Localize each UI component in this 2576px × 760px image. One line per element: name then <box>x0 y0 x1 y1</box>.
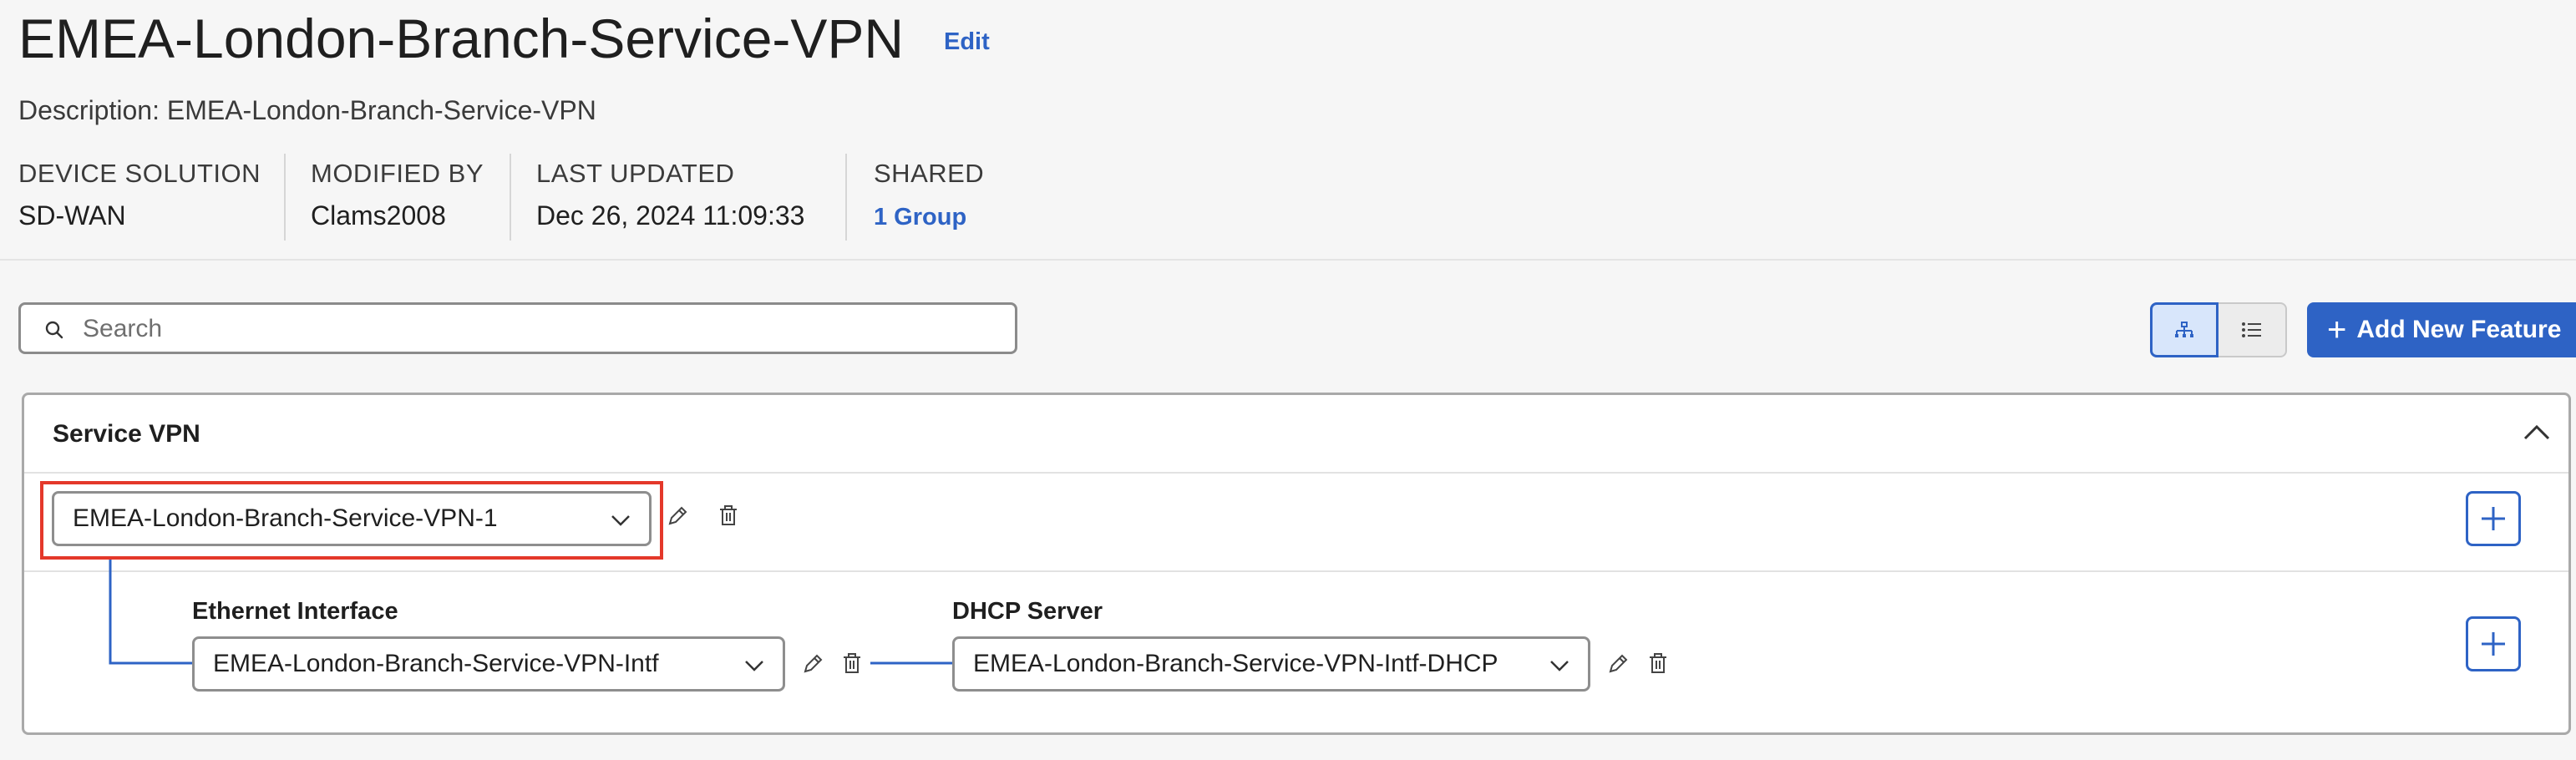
pencil-icon[interactable] <box>800 651 825 676</box>
pencil-icon[interactable] <box>1605 651 1630 676</box>
plus-icon <box>2482 632 2505 656</box>
ethernet-interface-select-value: EMEA-London-Branch-Service-VPN-Intf <box>213 650 659 677</box>
dhcp-server-select[interactable]: EMEA-London-Branch-Service-VPN-Intf-DHCP <box>952 636 1590 692</box>
chevron-down-icon <box>611 515 630 526</box>
ethernet-interface-select[interactable]: EMEA-London-Branch-Service-VPN-Intf <box>192 636 785 692</box>
service-vpn-select-value: EMEA-London-Branch-Service-VPN-1 <box>73 504 498 532</box>
service-vpn-select[interactable]: EMEA-London-Branch-Service-VPN-1 <box>52 491 652 546</box>
trash-icon[interactable] <box>716 503 741 528</box>
plus-icon <box>2482 507 2505 530</box>
dhcp-server-select-value: EMEA-London-Branch-Service-VPN-Intf-DHCP <box>973 650 1498 677</box>
ethernet-interface-label: Ethernet Interface <box>192 598 398 625</box>
trash-icon[interactable] <box>1645 651 1671 676</box>
add-feature-row-button[interactable] <box>2466 616 2521 671</box>
add-vpn-button[interactable] <box>2466 491 2521 546</box>
dhcp-server-label: DHCP Server <box>952 598 1103 625</box>
chevron-down-icon <box>1550 661 1569 671</box>
trash-icon[interactable] <box>839 651 865 676</box>
pencil-icon[interactable] <box>665 504 690 529</box>
chevron-down-icon <box>745 661 763 671</box>
